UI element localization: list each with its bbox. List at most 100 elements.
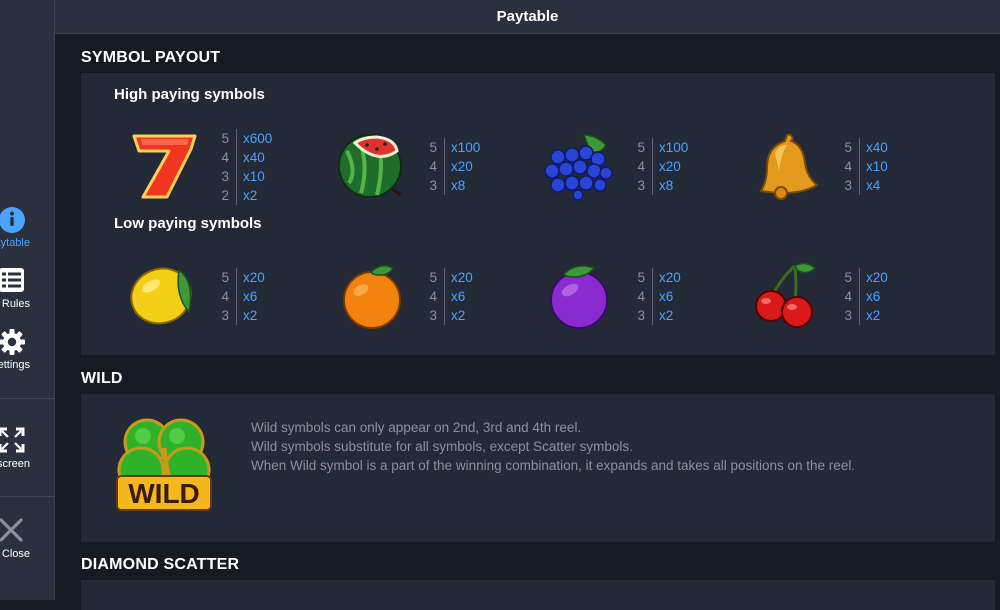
bell-payout-list: 5 x40 4 x10 3 x4 bbox=[844, 138, 888, 195]
payout-row: 3 x2 bbox=[429, 306, 473, 325]
payout-count: 4 bbox=[637, 159, 645, 174]
cherries-symbol-icon bbox=[751, 260, 821, 330]
payout-row: 4 x20 bbox=[637, 157, 688, 176]
payout-count: 5 bbox=[221, 270, 229, 285]
sidebar-item-label: Rules bbox=[1, 298, 30, 310]
low-paying-title: Low paying symbols bbox=[114, 215, 262, 232]
sidebar-item-label: Close bbox=[1, 548, 30, 560]
payout-row: 4 x10 bbox=[844, 157, 888, 176]
wild-description: Wild symbols can only appear on 2nd, 3rd… bbox=[251, 418, 855, 475]
payout-row: 3 x8 bbox=[429, 176, 480, 195]
wild-symbol-icon: WILD bbox=[111, 408, 217, 514]
payout-multiplier: x40 bbox=[243, 150, 265, 165]
grapes-payout-list: 5 x100 4 x20 3 x8 bbox=[637, 138, 689, 195]
sidebar-item-paytable[interactable]: Paytable bbox=[0, 206, 54, 262]
sidebar: Paytable Rules Settings bbox=[0, 0, 55, 600]
payout-count: 2 bbox=[221, 188, 229, 203]
payout-row: 3 x4 bbox=[844, 176, 888, 195]
sidebar-item-settings[interactable]: Settings bbox=[0, 328, 54, 384]
payout-multiplier: x2 bbox=[243, 308, 258, 323]
payout-multiplier: x6 bbox=[659, 289, 674, 304]
payout-multiplier: x100 bbox=[659, 140, 689, 155]
payout-multiplier: x2 bbox=[243, 188, 258, 203]
wild-description-line: When Wild symbol is a part of the winnin… bbox=[251, 458, 856, 473]
payout-multiplier: x20 bbox=[866, 270, 888, 285]
sidebar-item-close[interactable]: Close bbox=[0, 517, 54, 573]
sidebar-item-label: Paytable bbox=[0, 237, 30, 249]
payout-multiplier: x4 bbox=[866, 178, 881, 193]
payout-multiplier: x40 bbox=[866, 140, 888, 155]
high-paying-title: High paying symbols bbox=[114, 86, 265, 103]
bell-symbol-icon bbox=[751, 131, 821, 201]
payout-row: 2 x2 bbox=[221, 186, 272, 205]
sidebar-item-label: Settings bbox=[0, 359, 30, 371]
lemon-payout-list: 5 x20 4 x6 3 x2 bbox=[221, 268, 265, 325]
payout-count: 4 bbox=[844, 289, 852, 304]
orange-payout-list: 5 x20 4 x6 3 x2 bbox=[429, 268, 473, 325]
cherries-payout-list: 5 x20 4 x6 3 x2 bbox=[844, 268, 888, 325]
sidebar-divider bbox=[0, 496, 54, 497]
paytable-content[interactable]: SYMBOL PAYOUT High paying symbols 5 x600 … bbox=[55, 35, 1000, 610]
payout-row: 3 x8 bbox=[637, 176, 688, 195]
payout-count: 3 bbox=[637, 308, 645, 323]
payout-row: 3 x2 bbox=[221, 306, 265, 325]
payout-multiplier: x20 bbox=[243, 270, 265, 285]
watermelon-payout-list: 5 x100 4 x20 3 x8 bbox=[429, 138, 481, 195]
payout-row: 5 x20 bbox=[221, 268, 265, 287]
lemon-symbol-icon bbox=[129, 260, 199, 330]
payout-row: 3 x2 bbox=[844, 306, 888, 325]
close-icon bbox=[0, 517, 27, 545]
payout-count: 3 bbox=[844, 308, 852, 323]
payout-row: 5 x20 bbox=[637, 268, 681, 287]
orange-symbol-icon bbox=[337, 260, 407, 330]
payout-count: 3 bbox=[637, 178, 645, 193]
payout-multiplier: x6 bbox=[866, 289, 881, 304]
payout-count: 4 bbox=[429, 289, 437, 304]
payout-multiplier: x6 bbox=[243, 289, 258, 304]
sidebar-item-label: Fullscreen bbox=[0, 458, 30, 470]
sidebar-item-rules[interactable]: Rules bbox=[0, 267, 54, 323]
payout-row: 5 x20 bbox=[844, 268, 888, 287]
payout-count: 3 bbox=[429, 308, 437, 323]
payout-multiplier: x100 bbox=[451, 140, 481, 155]
info-icon bbox=[0, 206, 27, 234]
sidebar-item-fullscreen[interactable]: Fullscreen bbox=[0, 427, 54, 483]
plum-symbol-icon bbox=[544, 260, 614, 330]
gear-icon bbox=[0, 328, 27, 356]
payout-row: 5 x600 bbox=[221, 129, 273, 148]
payout-row: 5 x40 bbox=[844, 138, 888, 157]
payout-row: 4 x6 bbox=[221, 287, 265, 306]
payout-count: 5 bbox=[844, 270, 852, 285]
payout-count: 5 bbox=[429, 140, 437, 155]
list-icon bbox=[0, 267, 27, 295]
payout-multiplier: x8 bbox=[659, 178, 674, 193]
payout-multiplier: x2 bbox=[451, 308, 466, 323]
payout-multiplier: x10 bbox=[243, 169, 265, 184]
payout-multiplier: x20 bbox=[659, 270, 681, 285]
payout-row: 3 x2 bbox=[637, 306, 681, 325]
section-title-wild: WILD bbox=[81, 370, 123, 387]
payout-row: 4 x6 bbox=[844, 287, 888, 306]
payout-row: 4 x6 bbox=[429, 287, 473, 306]
symbol-payout-panel: High paying symbols 5 x600 4 x40 3 x10 2 x2 bbox=[81, 73, 995, 355]
payout-count: 4 bbox=[429, 159, 437, 174]
wild-description-line: Wild symbols can only appear on 2nd, 3rd… bbox=[251, 420, 582, 435]
watermelon-symbol-icon bbox=[337, 131, 407, 201]
payout-count: 3 bbox=[221, 169, 229, 184]
payout-multiplier: x600 bbox=[243, 131, 273, 146]
page-title: Paytable bbox=[496, 8, 559, 25]
payout-multiplier: x2 bbox=[659, 308, 674, 323]
seven-symbol-icon bbox=[129, 131, 199, 201]
wild-logo-text: WILD bbox=[128, 478, 200, 509]
payout-count: 5 bbox=[221, 131, 229, 146]
payout-count: 3 bbox=[221, 308, 229, 323]
wild-description-line: Wild symbols substitute for all symbols,… bbox=[251, 439, 633, 454]
payout-multiplier: x6 bbox=[451, 289, 466, 304]
section-title-diamond-scatter: DIAMOND SCATTER bbox=[81, 556, 240, 573]
wild-panel: WILD Wild symbols can only appear on 2nd… bbox=[81, 394, 995, 542]
payout-multiplier: x20 bbox=[451, 159, 473, 174]
payout-row: 4 x40 bbox=[221, 148, 272, 167]
payout-row: 4 x20 bbox=[429, 157, 480, 176]
payout-multiplier: x10 bbox=[866, 159, 888, 174]
payout-count: 3 bbox=[844, 178, 852, 193]
